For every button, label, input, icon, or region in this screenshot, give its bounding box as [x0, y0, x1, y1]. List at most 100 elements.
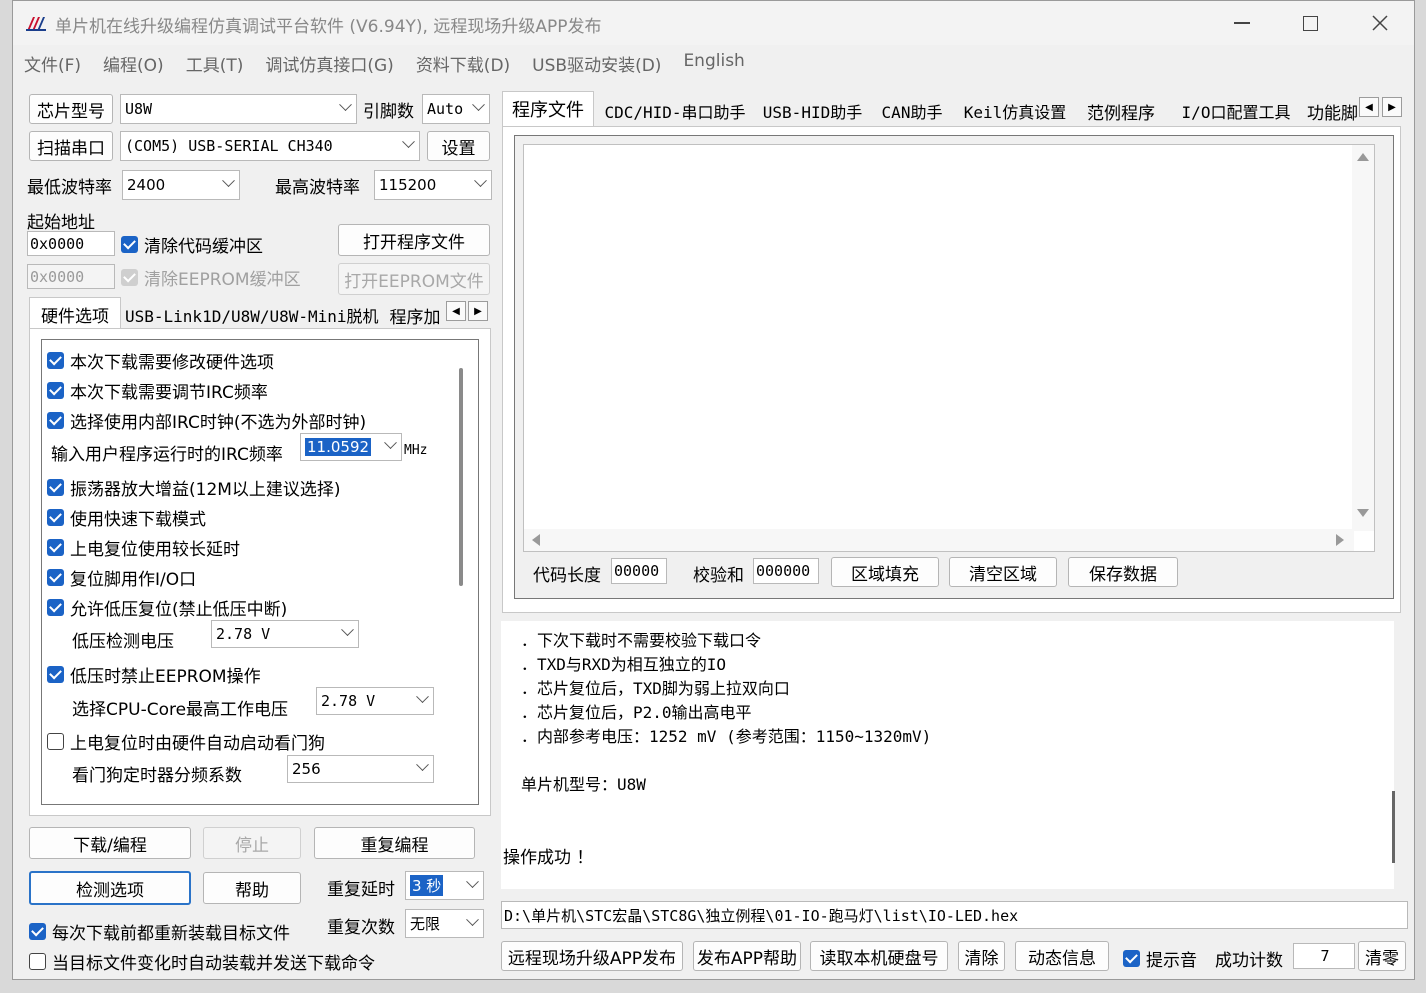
- min-baud-select[interactable]: 2400: [122, 170, 240, 200]
- stop-button[interactable]: 停止: [203, 827, 301, 859]
- fast-download-checkbox[interactable]: 使用快速下载模式: [47, 505, 206, 530]
- menu-debug[interactable]: 调试仿真接口(G): [254, 47, 404, 77]
- tab-functions[interactable]: 功能脚: [1307, 95, 1357, 125]
- auto-send-on-change-checkbox[interactable]: 当目标文件变化时自动装载并发送下载命令: [29, 949, 375, 974]
- hex-vertical-scrollbar[interactable]: [1352, 145, 1374, 531]
- log-output[interactable]: ．下次下载时不需要校验下载口令 ．TXD与RXD为相互独立的IO ．芯片复位后，…: [501, 621, 1395, 889]
- cpu-core-voltage-value: 2.78 V: [321, 692, 376, 710]
- open-program-file-button[interactable]: 打开程序文件: [338, 224, 490, 256]
- modify-hardware-options-checkbox[interactable]: 本次下载需要修改硬件选项: [47, 348, 274, 373]
- clear-code-buffer-checkbox[interactable]: 清除代码缓冲区: [121, 232, 263, 257]
- scroll-left-icon[interactable]: [532, 534, 540, 546]
- irc-frequency-select[interactable]: 11.0592: [300, 433, 402, 461]
- minimize-button[interactable]: [1208, 1, 1276, 45]
- chevron-down-icon: [474, 174, 487, 188]
- tab-examples[interactable]: 范例程序: [1079, 95, 1163, 125]
- menu-downloads[interactable]: 资料下载(D): [405, 47, 521, 77]
- tab-keil-sim[interactable]: Keil仿真设置: [955, 95, 1075, 125]
- menu-file[interactable]: 文件(F): [13, 47, 92, 77]
- read-disk-id-button[interactable]: 读取本机硬盘号: [810, 941, 948, 971]
- com-port-select[interactable]: (COM5) USB-SERIAL CH340: [120, 131, 420, 161]
- low-voltage-eeprom-disable-checkbox[interactable]: 低压时禁止EEPROM操作: [47, 662, 261, 687]
- clear-area-button[interactable]: 清空区域: [949, 557, 1057, 587]
- chip-model-select[interactable]: U8W: [120, 94, 357, 124]
- max-baud-select[interactable]: 115200: [374, 170, 492, 200]
- log-line: ．芯片复位后，TXD脚为弱上拉双向口: [521, 679, 790, 698]
- log-scrollbar-thumb[interactable]: [1392, 791, 1395, 863]
- tab-io-config[interactable]: I/O口配置工具: [1171, 95, 1301, 125]
- tab-cdc-hid-serial[interactable]: CDC/HID-串口助手: [595, 95, 755, 125]
- scroll-down-icon[interactable]: [1357, 509, 1369, 517]
- arrow-right-icon: ▶: [1388, 101, 1396, 113]
- scroll-right-icon[interactable]: [1336, 534, 1344, 546]
- cpu-core-voltage-select[interactable]: 2.78 V: [316, 687, 434, 715]
- clear-eeprom-buffer-checkbox[interactable]: 清除EEPROM缓冲区: [121, 265, 301, 290]
- watchdog-divider-label: 看门狗定时器分频系数: [72, 766, 242, 786]
- menu-usb-driver[interactable]: USB驱动安装(D): [521, 47, 672, 77]
- tab-program-encrypt[interactable]: 程序加: [385, 299, 445, 329]
- clear-log-button[interactable]: 清除: [958, 941, 1005, 971]
- code-length-label: 代码长度: [533, 566, 601, 586]
- adjust-irc-frequency-checkbox[interactable]: 本次下载需要调节IRC频率: [47, 378, 268, 403]
- program-file-panel: 代码长度 00000 校验和 000000 区域填充 清空区域 保存数据: [502, 126, 1401, 613]
- prompt-sound-checkbox[interactable]: 提示音: [1123, 946, 1197, 971]
- checkbox-checked-icon: [47, 509, 64, 526]
- repeat-delay-select[interactable]: 3 秒: [405, 871, 484, 900]
- eeprom-start-address-input[interactable]: 0x0000: [27, 264, 115, 289]
- long-reset-delay-checkbox[interactable]: 上电复位使用较长延时: [47, 535, 240, 560]
- main-window: 单片机在线升级编程仿真调试平台软件 (V6.94Y), 远程现场升级APP发布 …: [12, 0, 1415, 980]
- menu-tools[interactable]: 工具(T): [175, 47, 255, 77]
- tab-usb-hid[interactable]: USB-HID助手: [755, 95, 870, 125]
- watchdog-divider-select[interactable]: 256: [287, 755, 434, 783]
- repeat-delay-label: 重复延时: [327, 880, 395, 900]
- oscillator-gain-checkbox[interactable]: 振荡器放大增益(12M以上建议选择): [47, 475, 341, 500]
- close-button[interactable]: [1346, 1, 1414, 45]
- repeat-program-button[interactable]: 重复编程: [314, 827, 475, 859]
- remote-upgrade-publish-button[interactable]: 远程现场升级APP发布: [501, 941, 683, 971]
- download-program-button[interactable]: 下载/编程: [29, 827, 191, 859]
- low-voltage-detect-select[interactable]: 2.78 V: [211, 620, 359, 648]
- settings-button[interactable]: 设置: [427, 131, 490, 161]
- tab-can[interactable]: CAN助手: [873, 95, 951, 125]
- reload-target-file-checkbox[interactable]: 每次下载前都重新装载目标文件: [29, 919, 290, 944]
- chevron-down-icon: [402, 135, 415, 149]
- chevron-down-icon: [416, 690, 429, 704]
- code-start-address-input[interactable]: 0x0000: [27, 231, 115, 256]
- hex-data-area[interactable]: [523, 144, 1375, 552]
- options-scrollbar-thumb[interactable]: [459, 368, 463, 586]
- hex-horizontal-scrollbar[interactable]: [524, 529, 1354, 551]
- menu-program[interactable]: 编程(O): [92, 47, 175, 77]
- publish-app-help-button[interactable]: 发布APP帮助: [693, 941, 801, 971]
- right-tab-scroll-left-button[interactable]: ◀: [1359, 97, 1379, 117]
- file-path-field[interactable]: D:\单片机\STC宏晶\STC8G\独立例程\01-IO-跑马灯\list\I…: [501, 901, 1408, 929]
- area-fill-button[interactable]: 区域填充: [831, 557, 939, 587]
- check-options-button[interactable]: 检测选项: [29, 871, 191, 905]
- repeat-delay-value: 3 秒: [410, 875, 444, 896]
- open-eeprom-file-button[interactable]: 打开EEPROM文件: [338, 263, 490, 295]
- reset-pin-as-io-checkbox[interactable]: 复位脚用作I/O口: [47, 565, 196, 590]
- repeat-count-select[interactable]: 无限: [405, 909, 484, 938]
- checkbox-checked-icon: [121, 236, 138, 253]
- tab-hardware-options[interactable]: 硬件选项: [29, 297, 121, 329]
- internal-irc-clock-checkbox[interactable]: 选择使用内部IRC时钟(不选为外部时钟): [47, 408, 366, 433]
- tab-program-file[interactable]: 程序文件: [502, 91, 594, 127]
- menu-english[interactable]: English: [672, 47, 755, 77]
- save-data-button[interactable]: 保存数据: [1068, 557, 1178, 587]
- min-baud-label: 最低波特率: [27, 178, 112, 198]
- tab-scroll-left-button[interactable]: ◀: [446, 301, 466, 321]
- help-button[interactable]: 帮助: [203, 872, 301, 904]
- menu-bar: 文件(F) 编程(O) 工具(T) 调试仿真接口(G) 资料下载(D) USB驱…: [13, 47, 1414, 77]
- pin-count-select[interactable]: Auto: [422, 94, 490, 124]
- close-icon: [1372, 15, 1388, 31]
- reset-count-button[interactable]: 清零: [1358, 941, 1406, 971]
- scan-port-button[interactable]: 扫描串口: [29, 131, 113, 161]
- right-tab-scroll-right-button[interactable]: ▶: [1382, 97, 1402, 117]
- maximize-button[interactable]: [1276, 1, 1344, 45]
- min-baud-value: 2400: [127, 176, 166, 194]
- watchdog-auto-start-checkbox[interactable]: 上电复位时由硬件自动启动看门狗: [47, 729, 325, 754]
- low-voltage-reset-checkbox[interactable]: 允许低压复位(禁止低压中断): [47, 595, 287, 620]
- tab-offline-programmer[interactable]: USB-Link1D/U8W/U8W-Mini脱机: [125, 299, 379, 329]
- dynamic-info-button[interactable]: 动态信息: [1015, 941, 1109, 971]
- tab-scroll-right-button[interactable]: ▶: [468, 301, 488, 321]
- scroll-up-icon[interactable]: [1357, 153, 1369, 161]
